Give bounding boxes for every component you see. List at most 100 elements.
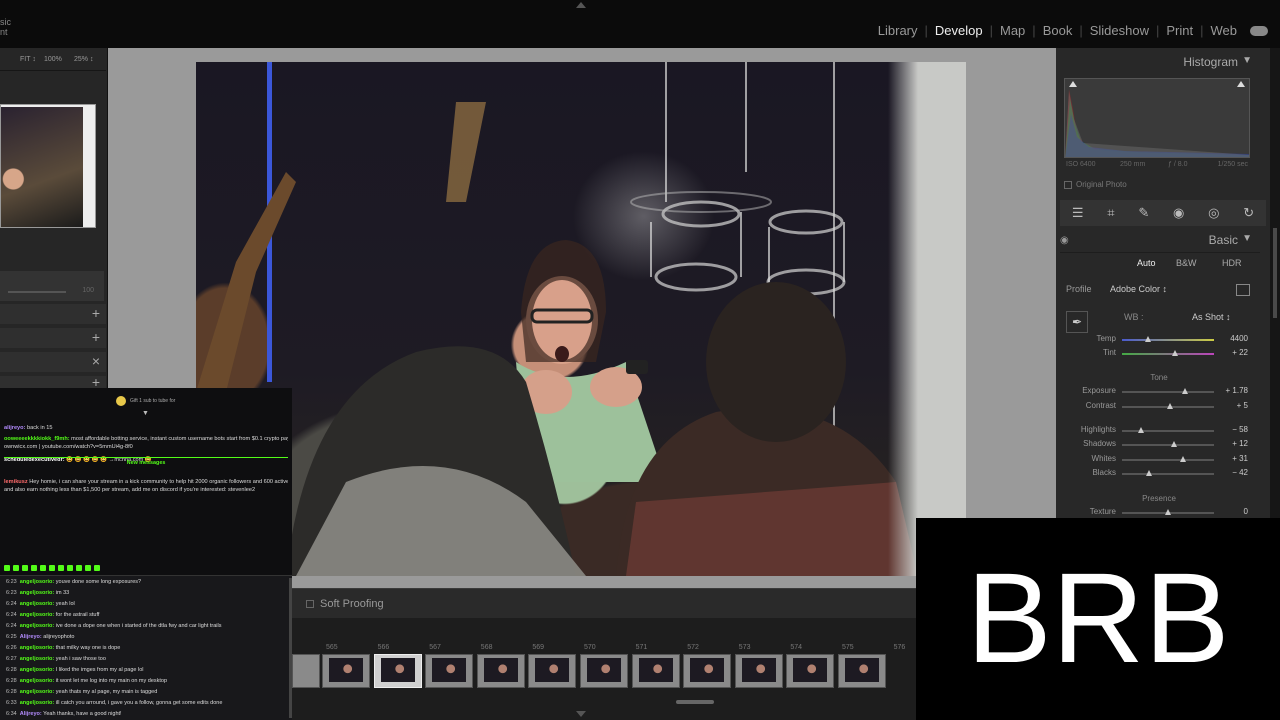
chat-username[interactable]: angeljosorio: [20, 667, 55, 673]
original-photo-toggle[interactable]: Original Photo [1064, 180, 1127, 189]
blacks-value[interactable]: − 42 [1232, 468, 1248, 477]
filmstrip-thumb[interactable] [786, 654, 835, 688]
texture-slider-thumb[interactable] [1165, 509, 1171, 515]
highlights-slider-thumb[interactable] [1138, 427, 1145, 433]
histogram-header[interactable]: Histogram ▼ [1060, 54, 1260, 72]
filmstrip-thumb[interactable] [683, 654, 732, 688]
redeye-icon[interactable]: ◉ [1173, 205, 1184, 221]
chat-scrollbar[interactable] [289, 578, 292, 718]
chat-username[interactable]: Alijreyo: [20, 711, 42, 717]
checkbox-icon[interactable] [1064, 180, 1072, 189]
eye-icon[interactable]: ◉ [1060, 235, 1069, 246]
right-panel-scrollbar[interactable] [1270, 48, 1280, 518]
shadow-clipping-icon[interactable] [1069, 81, 1077, 87]
chat-username[interactable]: angeljosorio: [20, 601, 55, 607]
eyedropper-icon[interactable]: ✒ [1066, 311, 1088, 333]
module-web[interactable]: Web [1204, 23, 1245, 38]
highlights-slider-track[interactable] [1122, 430, 1214, 432]
chat-username[interactable]: angeljosorio: [20, 612, 55, 618]
contrast-slider-thumb[interactable] [1166, 403, 1173, 409]
shadows-slider-thumb[interactable] [1170, 441, 1177, 447]
bottom-panel-toggle-icon[interactable] [576, 711, 586, 717]
history-row[interactable]: × [0, 352, 106, 372]
slider-track[interactable] [8, 291, 66, 293]
chat-username[interactable]: angeljosorio: [20, 689, 55, 695]
module-develop[interactable]: Develop [928, 23, 990, 38]
main-photo[interactable] [196, 62, 918, 576]
chat-username[interactable]: angeljosorio: [20, 700, 55, 706]
chat-username[interactable]: angeljosorio: [20, 645, 55, 651]
whites-slider-track[interactable] [1122, 459, 1214, 461]
wb-dropdown[interactable]: As Shot ↕ [1192, 312, 1231, 322]
tint-slider-thumb[interactable] [1172, 350, 1179, 356]
navigator-preview[interactable] [0, 104, 96, 228]
highlights-value[interactable]: − 58 [1232, 425, 1248, 434]
temp-value[interactable]: 4400 [1230, 334, 1248, 343]
presets-row[interactable]: + [0, 304, 106, 324]
blacks-slider-thumb[interactable] [1145, 470, 1152, 476]
chat-username[interactable]: alijreyo: [4, 425, 25, 431]
tint-value[interactable]: + 22 [1232, 348, 1248, 357]
filmstrip-scrollbar[interactable] [676, 700, 714, 704]
filmstrip-thumb[interactable] [631, 654, 680, 688]
chat-username[interactable]: angeljosorio: [20, 590, 55, 596]
zoom-100[interactable]: 100% [44, 56, 62, 63]
collapse-icon[interactable]: ▼ [1242, 55, 1252, 66]
cloud-sync-icon[interactable] [1250, 25, 1268, 36]
chevron-down-icon[interactable]: ▼ [142, 410, 149, 418]
gift-banner[interactable]: Gift 1 sub to tube for [116, 396, 175, 406]
plus-icon[interactable]: + [92, 305, 100, 321]
profile-browser-icon[interactable] [1236, 284, 1250, 296]
chat-username[interactable]: Alijreyo: [20, 634, 42, 640]
whites-slider-thumb[interactable] [1179, 456, 1186, 462]
chat-username[interactable]: ooweeeekkkkiokk_f9mh: [4, 436, 70, 442]
filmstrip-thumb[interactable] [528, 654, 577, 688]
mask-icon[interactable]: ◎ [1208, 205, 1219, 221]
sliders-icon[interactable]: ☰ [1072, 205, 1084, 221]
filmstrip-thumb[interactable] [292, 654, 320, 688]
module-library[interactable]: Library [871, 23, 925, 38]
shadows-value[interactable]: + 12 [1232, 439, 1248, 448]
basic-header[interactable]: ◉ Basic ▼ [1060, 232, 1260, 250]
blacks-slider-track[interactable] [1122, 473, 1214, 475]
whites-value[interactable]: + 31 [1232, 454, 1248, 463]
exposure-slider-track[interactable] [1122, 391, 1214, 393]
bw-button[interactable]: B&W [1176, 258, 1197, 268]
module-slideshow[interactable]: Slideshow [1083, 23, 1156, 38]
auto-button[interactable]: Auto [1137, 258, 1156, 268]
top-panel-toggle-icon[interactable] [576, 2, 586, 8]
shadows-slider-track[interactable] [1122, 444, 1214, 446]
eraser-icon[interactable]: ✎ [1138, 205, 1149, 221]
filmstrip-thumb[interactable] [838, 654, 886, 688]
texture-value[interactable]: 0 [1244, 507, 1248, 516]
module-book[interactable]: Book [1036, 23, 1080, 38]
zoom-25[interactable]: 25% ↕ [74, 56, 93, 63]
exposure-slider-thumb[interactable] [1181, 388, 1188, 394]
filmstrip-thumb[interactable] [580, 654, 628, 688]
chat-username[interactable]: angeljosorio: [20, 623, 55, 629]
crop-icon[interactable]: ⌗ [1107, 205, 1114, 221]
highlight-clipping-icon[interactable] [1237, 81, 1245, 87]
temp-slider-thumb[interactable] [1144, 336, 1151, 342]
snapshots-row[interactable]: + [0, 328, 106, 348]
filmstrip-thumb[interactable] [425, 654, 474, 688]
close-icon[interactable]: × [92, 353, 100, 369]
module-print[interactable]: Print [1159, 23, 1200, 38]
chat-username[interactable]: angeljosorio: [20, 678, 55, 684]
zoom-fit[interactable]: FIT ↕ [20, 56, 36, 63]
module-map[interactable]: Map [993, 23, 1032, 38]
filmstrip-thumb[interactable] [373, 654, 422, 688]
filmstrip-thumb[interactable] [322, 654, 370, 688]
hdr-button[interactable]: HDR [1222, 258, 1242, 268]
contrast-value[interactable]: + 5 [1237, 401, 1248, 410]
collapse-icon[interactable]: ▼ [1242, 233, 1252, 244]
exposure-value[interactable]: + 1.78 [1226, 386, 1248, 395]
chat-username[interactable]: angeljosorio: [20, 579, 55, 585]
filmstrip-thumb[interactable] [476, 654, 525, 688]
chat-username[interactable]: lemikusz [4, 479, 28, 485]
chat-username[interactable]: angeljosorio: [20, 656, 55, 662]
profile-dropdown[interactable]: Adobe Color ↕ [1110, 284, 1167, 294]
filmstrip-thumb[interactable] [734, 654, 783, 688]
plus-icon[interactable]: + [92, 329, 100, 345]
soft-proofing-checkbox[interactable] [306, 600, 314, 608]
